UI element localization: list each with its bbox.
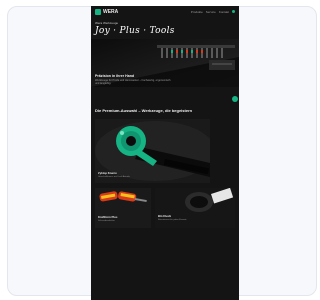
menu-icon[interactable]	[232, 10, 235, 13]
tile-caption: Zyklop Knarre	[98, 171, 117, 175]
bit-set-image	[155, 188, 235, 228]
nav-item-kontakt[interactable]: Kontakt	[219, 10, 229, 14]
product-tile-bit-set[interactable]: Bit-Check Bitsortiment für jeden Einsatz	[155, 188, 235, 228]
tile-caption: Kraftform Plus	[98, 215, 118, 219]
website-preview: WERA Produkte Service Kontakt Wera Werkz…	[91, 6, 239, 300]
brand-name: WERA	[103, 9, 119, 15]
section-title: Die Premium-Auswahl – Werkzeuge, die beg…	[95, 108, 193, 113]
tile-subtitle: Schraubendreher	[98, 220, 115, 222]
hero-description: Werkzeuge für Profis und Heimwerker – ho…	[95, 79, 171, 86]
tile-subtitle: Bitsortiment für jeden Einsatz	[158, 219, 187, 221]
product-tile-screwdriver[interactable]: Kraftform Plus Schraubendreher	[95, 188, 151, 228]
chat-bubble-icon[interactable]	[232, 96, 238, 102]
nav-item-service[interactable]: Service	[206, 10, 216, 14]
hero-kicker: Wera Werkzeuge	[95, 21, 119, 25]
top-navigation: Produkte Service Kontakt	[191, 10, 235, 14]
tile-subtitle: Umschaltknarre mit Dreh-Antrieb	[98, 176, 130, 178]
wera-logo-icon	[95, 9, 101, 15]
hero-script-title: Joy · Plus · Tools	[95, 26, 175, 36]
product-tile-ratchet[interactable]: Zyklop Knarre Umschaltknarre mit Dreh-An…	[95, 119, 210, 183]
brand-logo[interactable]: WERA	[95, 9, 118, 15]
tile-caption: Bit-Check	[158, 214, 172, 218]
header: WERA Produkte Service Kontakt	[91, 6, 239, 20]
hero-image: Präzision in ihrer Hand Werkzeuge für Pr…	[91, 39, 239, 87]
nav-item-produkte[interactable]: Produkte	[191, 10, 203, 14]
